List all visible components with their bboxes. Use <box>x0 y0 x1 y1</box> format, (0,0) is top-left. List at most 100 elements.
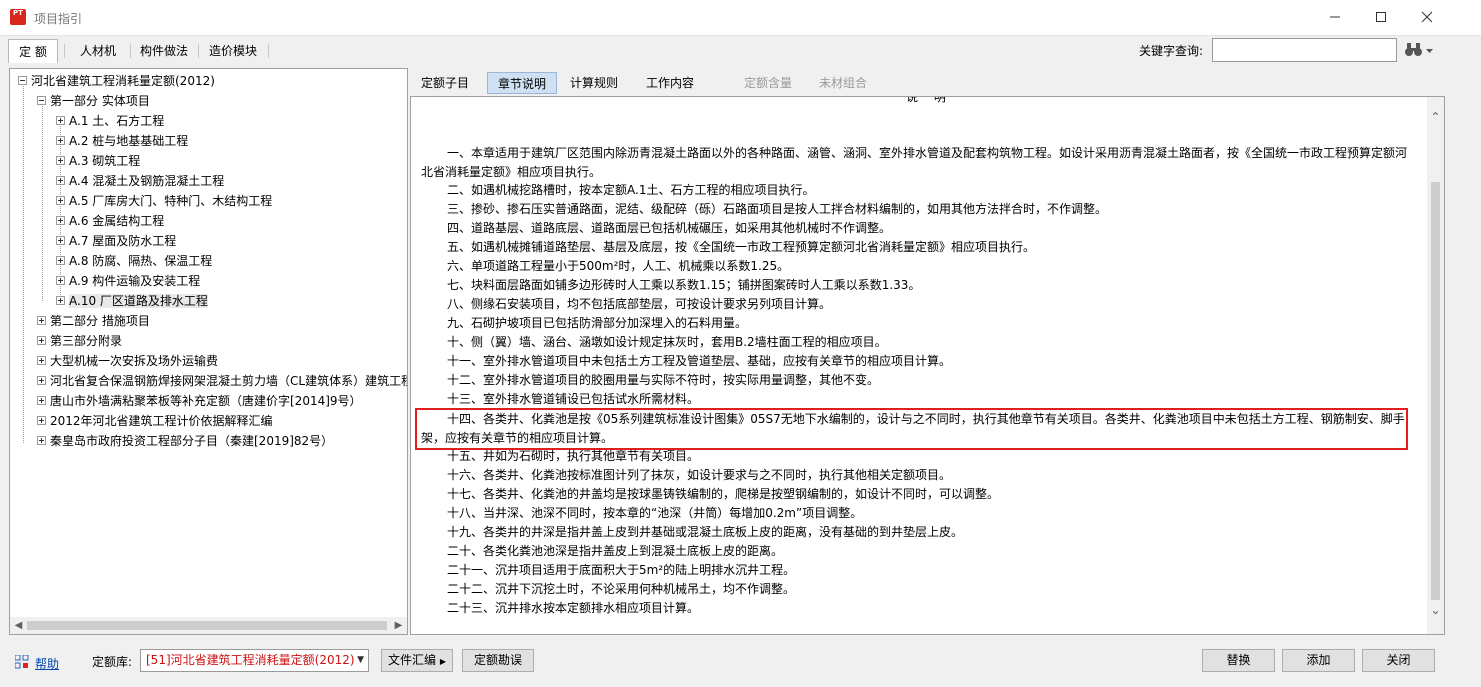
triangle-right-icon: ▶ <box>439 657 446 666</box>
tab-quota-items[interactable]: 定额子目 <box>410 72 480 94</box>
tree-node-part3[interactable]: 第三部分附录 <box>37 331 122 351</box>
tree-node-a7[interactable]: A.7 屋面及防水工程 <box>56 231 176 251</box>
tab-divider <box>268 44 269 58</box>
close-window-button[interactable] <box>1404 0 1450 34</box>
keyword-search-label: 关键字查询: <box>1139 44 1204 58</box>
expand-icon[interactable] <box>56 136 65 145</box>
quota-library-label: 定额库: <box>92 655 133 669</box>
expand-icon[interactable] <box>37 436 46 445</box>
tree-node-a4[interactable]: A.4 混凝土及钢筋混凝土工程 <box>56 171 224 191</box>
close-button[interactable]: 关闭 <box>1362 649 1435 672</box>
expand-icon[interactable] <box>37 376 46 385</box>
tab-divider <box>130 44 131 58</box>
expand-icon[interactable] <box>56 176 65 185</box>
app-icon: PT <box>10 9 26 25</box>
tree-node-qinhuangdao[interactable]: 秦皇岛市政府投资工程部分子目（秦建[2019]82号） <box>37 431 333 451</box>
expand-icon[interactable] <box>37 396 46 405</box>
tab-component-method[interactable]: 构件做法 <box>136 39 192 63</box>
keyword-search-input[interactable] <box>1212 38 1397 62</box>
tree-horizontal-scrollbar[interactable]: ◀ ▶ <box>10 617 407 634</box>
note-line: 七、块料面层路面如铺多边形砖时人工乘以系数1.15；铺拼图案砖时人工乘以系数1.… <box>447 278 921 292</box>
minimize-button[interactable] <box>1312 0 1358 34</box>
tree-node-2012-explain[interactable]: 2012年河北省建筑工程计价依据解释汇编 <box>37 411 273 431</box>
note-line: 二、如遇机械挖路槽时，按本定额A.1土、石方工程的相应项目执行。 <box>447 183 815 197</box>
help-grid-icon <box>15 655 29 669</box>
note-line: 二十二、沉井下沉挖土时，不论采用何种机械吊土，均不作调整。 <box>447 582 796 596</box>
expand-icon[interactable] <box>56 236 65 245</box>
tree-node-a5[interactable]: A.5 厂库房大门、特种门、木结构工程 <box>56 191 272 211</box>
tree-node-part2[interactable]: 第二部分 措施项目 <box>37 311 150 331</box>
scroll-down-icon[interactable]: ⌄ <box>1427 602 1444 619</box>
tree-node-a8[interactable]: A.8 防腐、隔热、保温工程 <box>56 251 212 271</box>
expand-icon[interactable] <box>37 356 46 365</box>
scrollbar-thumb[interactable] <box>27 621 387 630</box>
tab-labor-material[interactable]: 人材机 <box>71 39 125 63</box>
note-line: 八、侧缘石安装项目，均不包括底部垫层，可按设计要求另列项目计算。 <box>447 297 832 311</box>
scrollbar-thumb[interactable] <box>1431 182 1440 600</box>
tree-node-a2[interactable]: A.2 桩与地基基础工程 <box>56 131 188 151</box>
note-line: 四、道路基层、道路底层、道路面层已包括机械碾压，如采用其他机械时不作调整。 <box>447 221 892 235</box>
note-line: 六、单项道路工程量小于500m²时，人工、机械乘以系数1.25。 <box>447 259 790 273</box>
scroll-right-icon[interactable]: ▶ <box>390 617 407 634</box>
quota-errata-button[interactable]: 定额勘误 <box>462 649 534 672</box>
expand-icon[interactable] <box>37 336 46 345</box>
tree-node-a9[interactable]: A.9 构件运输及安装工程 <box>56 271 200 291</box>
tab-cost-module[interactable]: 造价模块 <box>204 39 262 63</box>
expand-icon[interactable] <box>56 296 65 305</box>
tab-quota[interactable]: 定 额 <box>8 39 58 63</box>
replace-button[interactable]: 替换 <box>1202 649 1275 672</box>
collapse-icon[interactable] <box>18 76 27 85</box>
tree-node-a6[interactable]: A.6 金属结构工程 <box>56 211 164 231</box>
tab-calc-rules[interactable]: 计算规则 <box>562 72 626 94</box>
chevron-down-icon: ▼ <box>357 655 364 665</box>
tree-node-part1[interactable]: 第一部分 实体项目 <box>37 91 150 111</box>
expand-icon[interactable] <box>37 416 46 425</box>
expand-icon[interactable] <box>37 316 46 325</box>
note-line: 二十三、沉井排水按本定额排水相应项目计算。 <box>447 601 700 615</box>
tree-node-a1[interactable]: A.1 土、石方工程 <box>56 111 164 131</box>
tree-node-a3[interactable]: A.3 砌筑工程 <box>56 151 140 171</box>
help-link[interactable]: 帮助 <box>35 655 59 672</box>
file-compilation-button[interactable]: 文件汇编 ▶ <box>381 649 453 672</box>
tab-work-content[interactable]: 工作内容 <box>636 72 704 94</box>
tab-divider <box>64 44 65 58</box>
chapter-notes-panel: 说 明 一、本章适用于建筑厂区范围内除沥青混凝土路面以外的各种路面、涵管、涵洞、… <box>410 96 1445 635</box>
note-line: 九、石砌护坡项目已包括防滑部分加深埋入的石料用量。 <box>447 316 748 330</box>
note-line: 二十一、沉井项目适用于底面积大于5m²的陆上明排水沉井工程。 <box>447 563 796 577</box>
tree-node-machinery[interactable]: 大型机械一次安拆及场外运输费 <box>37 351 218 371</box>
minimize-icon <box>1330 16 1340 18</box>
note-line: 三、掺砂、掺石压实普通路面，泥结、级配碎（砾）石路面项目是按人工拌合材料编制的，… <box>447 202 1108 216</box>
tab-chapter-notes[interactable]: 章节说明 <box>487 72 557 94</box>
maximize-button[interactable] <box>1358 0 1404 34</box>
tree-node-tangshan[interactable]: 唐山市外墙满粘聚苯板等补充定额（唐建价字[2014]9号） <box>37 391 362 411</box>
tree-node-cl-system[interactable]: 河北省复合保温钢筋焊接网架混凝土剪力墙（CL建筑体系）建筑工程 <box>37 371 407 391</box>
notes-vertical-scrollbar[interactable]: ⌃ ⌄ <box>1427 97 1444 634</box>
quota-tree-panel: 河北省建筑工程消耗量定额(2012) 第一部分 实体项目 A.1 土、石方工程 … <box>9 68 408 635</box>
note-line: 十五、井如为石砌时，执行其他章节有关项目。 <box>447 449 700 463</box>
note-line: 十二、室外排水管道项目的胶圈用量与实际不符时，按实际用量调整，其他不变。 <box>447 373 880 387</box>
bottom-toolbar: 帮助 定额库: [51]河北省建筑工程消耗量定额(2012) ▼ 文件汇编 ▶ … <box>0 642 1481 687</box>
note-line: 十六、各类井、化粪池按标准图计列了抹灰，如设计要求与之不同时，执行其他相关定额项… <box>447 468 952 482</box>
expand-icon[interactable] <box>56 256 65 265</box>
note-line: 五、如遇机械摊铺道路垫层、基层及底层，按《全国统一市政工程预算定额河北省消耗量定… <box>447 240 1036 254</box>
scroll-up-icon[interactable]: ⌃ <box>1427 109 1444 126</box>
tree-node-a10[interactable]: A.10 厂区道路及排水工程 <box>56 291 208 311</box>
tree-root[interactable]: 河北省建筑工程消耗量定额(2012) <box>18 71 215 91</box>
tab-quota-content: 定额含量 <box>743 76 792 90</box>
quota-library-select[interactable]: [51]河北省建筑工程消耗量定额(2012) ▼ <box>140 649 369 672</box>
note-line: 二十、各类化粪池池深是指井盖皮上到混凝土底板上皮的距离。 <box>447 544 784 558</box>
expand-icon[interactable] <box>56 116 65 125</box>
note-paragraph-1: 一、本章适用于建筑厂区范围内除沥青混凝土路面以外的各种路面、涵管、涵洞、室外排水… <box>421 146 1408 179</box>
expand-icon[interactable] <box>56 276 65 285</box>
scroll-left-icon[interactable]: ◀ <box>10 617 27 634</box>
binoculars-search-button[interactable] <box>1404 41 1434 59</box>
add-button[interactable]: 添加 <box>1282 649 1355 672</box>
title-bar: PT 项目指引 <box>0 0 1481 36</box>
expand-icon[interactable] <box>56 156 65 165</box>
note-line: 十三、室外排水管道铺设已包括试水所需材料。 <box>447 392 700 406</box>
note-line: 十八、当井深、池深不同时，按本章的“池深（井筒）每增加0.2m”项目调整。 <box>447 506 863 520</box>
expand-icon[interactable] <box>56 216 65 225</box>
expand-icon[interactable] <box>56 196 65 205</box>
close-icon <box>1421 11 1433 23</box>
collapse-icon[interactable] <box>37 96 46 105</box>
